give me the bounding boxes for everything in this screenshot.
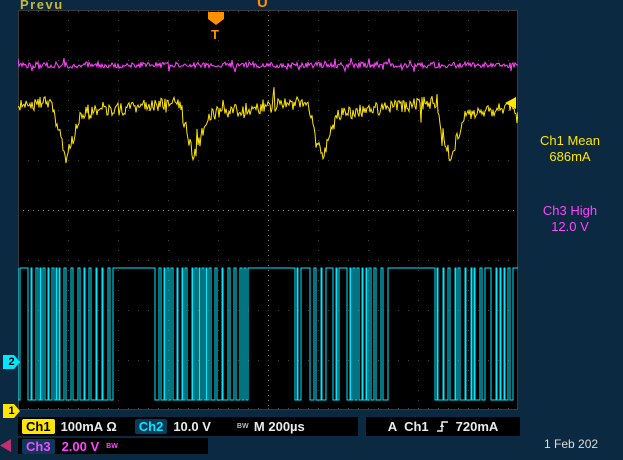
trigger-source: Ch1 [404, 419, 429, 434]
ch3-offscreen-arrow-icon [0, 439, 11, 452]
ch1-badge: Ch1 [22, 419, 55, 434]
measurement-value: 12.0 V [551, 219, 589, 234]
trigger-level: 720mA [455, 419, 499, 434]
trigger-readout: A Ch1 720mA [366, 417, 520, 436]
ch3-bandwidth-limit-icon: BW [106, 442, 118, 450]
ch3-readout-bar: Ch3 2.00 V BW [18, 438, 208, 454]
date-display: 1 Feb 202 [544, 437, 599, 451]
oscilloscope-screen: Prevu U T 2 1 Ch1 Mean 686mA Ch3 High 12… [0, 0, 623, 460]
ch2-scale: 10.0 V [173, 419, 211, 434]
ch3-scale: 2.00 V [61, 438, 100, 454]
trigger-flag-icon [208, 12, 224, 25]
bandwidth-limit-icon: BW [236, 423, 249, 430]
trigger-position-marker: T [208, 12, 224, 42]
measurement-value: 686mA [549, 149, 591, 164]
rising-edge-icon [436, 421, 448, 432]
measurement-ch3-high: Ch3 High 12.0 V [520, 203, 620, 235]
timebase: M 200µs [253, 419, 305, 434]
trigger-mode: A [387, 419, 398, 434]
measurement-ch1-mean: Ch1 Mean 686mA [520, 133, 620, 165]
ch3-badge: Ch3 [22, 438, 55, 454]
ch2-badge: Ch2 [134, 419, 168, 434]
ch1-scale: 100mA Ω [60, 419, 117, 434]
trigger-t-label: T [211, 27, 219, 42]
measurement-label: Ch3 High [542, 203, 598, 218]
waveform-display: T [17, 10, 519, 410]
measurement-label: Ch1 Mean [540, 133, 600, 148]
graticule: T [17, 10, 519, 410]
readout-bar: Ch1 100mA Ω Ch2 10.0 V BW M 200µs [18, 417, 358, 436]
